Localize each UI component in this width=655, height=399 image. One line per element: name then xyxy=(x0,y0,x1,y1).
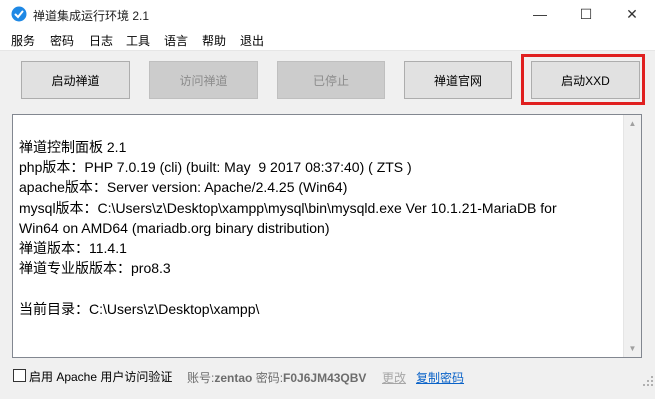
console-line-zentao-version: 禅道版本：11.4.1 xyxy=(19,240,127,257)
title-bar: 禅道集成运行环境 2.1 — ☐ ✕ xyxy=(0,0,655,28)
console-line-pro-version: 禅道专业版版本：pro8.3 xyxy=(19,260,171,277)
console-line-php: php版本：PHP 7.0.19 (cli) (built: May 9 201… xyxy=(19,159,412,176)
menu-item-help[interactable]: 帮助 xyxy=(202,32,226,49)
account-value: zentao xyxy=(214,371,253,385)
start-zentao-button[interactable]: 启动禅道 xyxy=(21,61,130,99)
apache-auth-label[interactable]: 启用 Apache 用户访问验证 xyxy=(29,368,172,385)
menu-item-service[interactable]: 服务 xyxy=(11,32,35,49)
console-output[interactable]: 禅道控制面板 2.1 php版本：PHP 7.0.19 (cli) (built… xyxy=(12,114,642,358)
menu-item-tools[interactable]: 工具 xyxy=(126,32,150,49)
stopped-button[interactable]: 已停止 xyxy=(277,61,385,99)
close-button[interactable]: ✕ xyxy=(609,0,655,28)
menu-item-language[interactable]: 语言 xyxy=(164,32,188,49)
menu-bar: 服务 密码 日志 工具 语言 帮助 退出 xyxy=(0,28,655,51)
change-password-link[interactable]: 更改 xyxy=(382,369,406,386)
console-line-mysql: mysql版本：C:\Users\z\Desktop\xampp\mysql\b… xyxy=(19,199,557,236)
app-logo-icon xyxy=(11,6,27,22)
zentao-website-button[interactable]: 禅道官网 xyxy=(404,61,512,99)
password-label: 密码: xyxy=(255,371,284,385)
status-bar: 启用 Apache 用户访问验证 账号:zentao 密码:F0J6JM43QB… xyxy=(0,366,655,388)
menu-item-exit[interactable]: 退出 xyxy=(240,32,264,49)
console-line-title: 禅道控制面板 2.1 xyxy=(19,139,127,155)
account-label: 账号: xyxy=(187,371,215,385)
visit-zentao-button[interactable]: 访问禅道 xyxy=(149,61,258,99)
console-line-current-dir: 当前目录：C:\Users\z\Desktop\xampp\ xyxy=(19,300,260,317)
scroll-up-arrow-icon[interactable]: ▲ xyxy=(624,115,641,132)
password-value: F0J6JM43QBV xyxy=(283,371,367,385)
account-info: 账号:zentao 密码:F0J6JM43QBV xyxy=(187,369,366,386)
vertical-scrollbar[interactable]: ▲ ▼ xyxy=(623,115,641,357)
console-line-apache: apache版本：Server version: Apache/2.4.25 (… xyxy=(19,179,348,196)
scroll-down-arrow-icon[interactable]: ▼ xyxy=(624,340,641,357)
window-title: 禅道集成运行环境 2.1 xyxy=(33,9,150,23)
start-xxd-highlight-box xyxy=(521,54,645,105)
minimize-button[interactable]: — xyxy=(517,0,563,28)
maximize-button[interactable]: ☐ xyxy=(563,0,609,28)
resize-grip-icon[interactable] xyxy=(643,376,653,386)
apache-auth-checkbox[interactable] xyxy=(13,369,26,382)
console-text: 禅道控制面板 2.1 php版本：PHP 7.0.19 (cli) (built… xyxy=(19,137,619,319)
menu-item-password[interactable]: 密码 xyxy=(50,32,74,49)
menu-item-log[interactable]: 日志 xyxy=(89,32,113,49)
copy-password-link[interactable]: 复制密码 xyxy=(416,369,464,386)
